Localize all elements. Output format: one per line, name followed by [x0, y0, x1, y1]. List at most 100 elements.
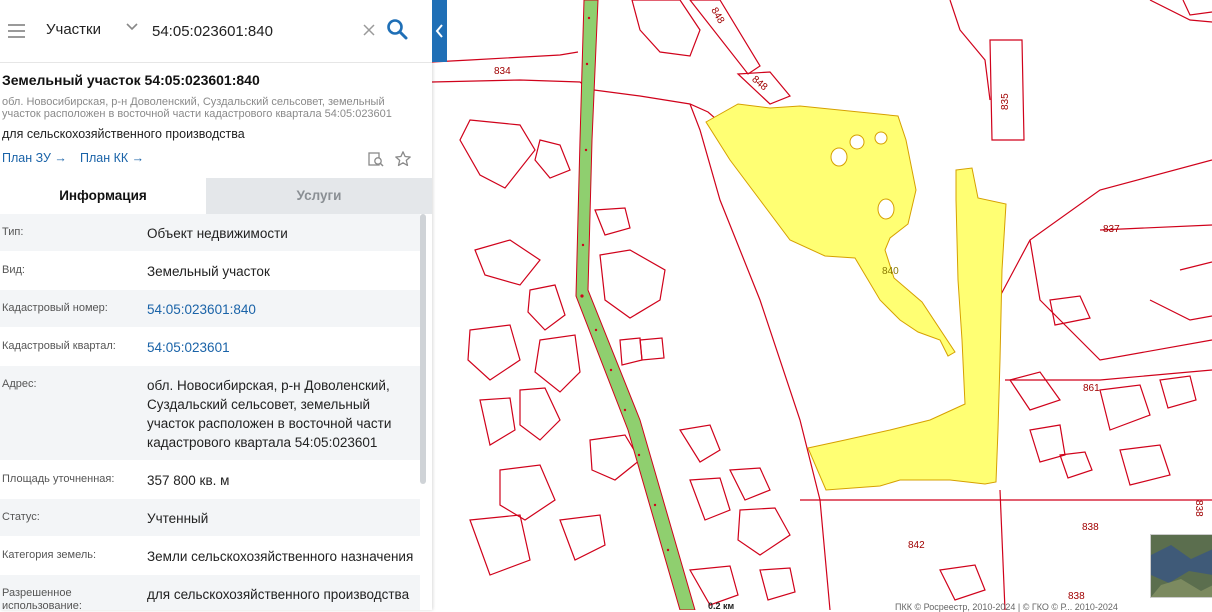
attribute-key: Площадь уточненная:	[2, 473, 115, 485]
attribute-value: Учтенный	[147, 511, 209, 526]
parcel-boundary	[459, 119, 536, 189]
parcel-boundary	[689, 0, 761, 75]
parcel-boundary	[689, 565, 739, 606]
attribute-value: для сельскохозяйственного производства	[147, 587, 410, 602]
parcel-boundary	[639, 337, 665, 361]
object-title: Земельный участок 54:05:023601:840	[2, 72, 260, 88]
object-usage: для сельскохозяйственного производства	[2, 127, 245, 141]
selected-parcel	[705, 103, 1007, 491]
parcel-boundary	[1029, 239, 1212, 361]
attribute-row: Площадь уточненная: 357 800 кв. м	[0, 461, 420, 499]
parcel-boundary	[989, 39, 1025, 141]
attribute-value: Земли сельскохозяйственного назначения	[147, 549, 414, 564]
attribute-value: Земельный участок	[147, 264, 270, 279]
attribute-row: Разрешенное использование: для сельскохо…	[0, 575, 420, 610]
parcel-boundary	[1119, 444, 1171, 486]
close-icon[interactable]	[362, 23, 376, 37]
parcel-boundary	[519, 387, 561, 441]
search-button[interactable]	[380, 12, 416, 48]
parcel-boundary	[679, 424, 721, 463]
search-input[interactable]	[150, 14, 354, 48]
plan-kk-link[interactable]: План КК →	[80, 151, 144, 165]
parcel-boundary	[1049, 295, 1091, 326]
parcel-label: 837	[1103, 224, 1120, 235]
attribute-row: Вид: Земельный участок	[0, 252, 420, 290]
parcel-boundary	[1179, 261, 1212, 271]
parcel-label: 835	[1000, 93, 1011, 110]
parcel-boundary	[1159, 375, 1197, 409]
parcel-boundary	[469, 514, 531, 576]
attribute-row: Категория земель: Земли сельскохозяйстве…	[0, 537, 420, 575]
cadastral-number-link[interactable]: 54:05:023601:840	[147, 290, 420, 327]
parcel-boundary	[1009, 371, 1061, 411]
parcel-label: 840	[882, 266, 899, 277]
parcel-boundary	[1005, 369, 1212, 381]
parcel-boundary	[599, 249, 666, 319]
attribute-key: Тип:	[2, 226, 24, 238]
parcel-boundary	[474, 239, 541, 286]
parcel-boundary	[479, 397, 516, 446]
attribute-row: Тип: Объект недвижимости	[0, 214, 420, 252]
attribute-key: Кадастровый квартал:	[2, 340, 116, 352]
info-panel: Участки Земельный участок 54:05:023601:8…	[0, 0, 432, 610]
parcel-boundary	[594, 207, 631, 236]
parcel-boundary	[729, 467, 771, 501]
road	[575, 0, 696, 610]
parcel-label: 834	[494, 66, 511, 77]
parcel-boundary	[999, 489, 1006, 610]
parcel-label: 861	[1083, 383, 1100, 394]
tabs: Информация Услуги	[0, 178, 432, 214]
parcel-boundary	[1149, 299, 1212, 321]
minimap[interactable]	[1150, 534, 1212, 598]
scrollbar[interactable]	[420, 214, 426, 484]
attribute-row: Кадастровый номер: 54:05:023601:840	[0, 290, 420, 328]
parcel-boundary	[431, 51, 579, 63]
parcel-boundary	[1059, 451, 1093, 479]
parcel-boundary	[619, 337, 643, 366]
cadastral-quarter-link[interactable]: 54:05:023601	[147, 328, 420, 365]
parcel-label: 842	[908, 540, 925, 551]
parcel-boundary	[1099, 384, 1151, 431]
parcel-boundary	[431, 79, 591, 91]
attribute-value: обл. Новосибирская, р-н Доволенский, Суз…	[147, 378, 392, 450]
parcel-label: 838	[1082, 522, 1099, 533]
parcel-label: 838	[1068, 591, 1085, 602]
attribute-row: Адрес: обл. Новосибирская, р-н Доволенск…	[0, 366, 420, 461]
tab-info[interactable]: Информация	[0, 178, 206, 214]
parcel-boundary	[759, 567, 796, 601]
attribute-key: Адрес:	[2, 378, 37, 390]
attribute-value: 357 800 кв. м	[147, 473, 230, 488]
search-bar: Участки	[0, 0, 432, 63]
attributes-list: Тип: Объект недвижимости Вид: Земельный …	[0, 214, 420, 610]
tab-services[interactable]: Услуги	[206, 178, 432, 214]
parcel-boundary	[631, 0, 701, 57]
parcel-boundary	[499, 464, 556, 521]
attribute-key: Категория земель:	[2, 549, 97, 561]
parcel-boundary	[467, 324, 521, 381]
parcel-boundary	[1029, 424, 1066, 463]
collapse-panel-button[interactable]	[432, 0, 447, 62]
parcel-label: 838	[1193, 500, 1204, 517]
parcel-boundary	[527, 284, 566, 331]
parcel-label: 848	[749, 74, 769, 93]
object-address: обл. Новосибирская, р-н Доволенский, Суз…	[2, 96, 392, 120]
parcel-label: 848	[708, 6, 726, 26]
parcel-boundary	[1182, 0, 1212, 16]
document-search-icon[interactable]	[367, 150, 385, 168]
parcel-boundary	[689, 477, 731, 521]
map-attribution: ПКК © Росреестр, 2010-2024 | © ГКО © Р..…	[895, 602, 1118, 612]
attribute-row: Статус: Учтенный	[0, 499, 420, 537]
chevron-left-icon	[435, 24, 443, 38]
menu-icon[interactable]	[8, 24, 25, 38]
parcel-boundary	[737, 507, 791, 556]
parcel-boundary	[949, 0, 991, 101]
parcel-boundary	[559, 514, 606, 561]
attribute-key: Кадастровый номер:	[2, 302, 108, 314]
attribute-value: Объект недвижимости	[147, 226, 288, 241]
parcel-boundary	[939, 564, 986, 601]
star-icon[interactable]	[394, 150, 412, 168]
parcel-boundary	[1149, 0, 1212, 23]
plan-zu-link[interactable]: План ЗУ →	[2, 151, 67, 165]
attribute-key: Разрешенное использование:	[2, 587, 82, 610]
chevron-down-icon	[126, 23, 138, 31]
